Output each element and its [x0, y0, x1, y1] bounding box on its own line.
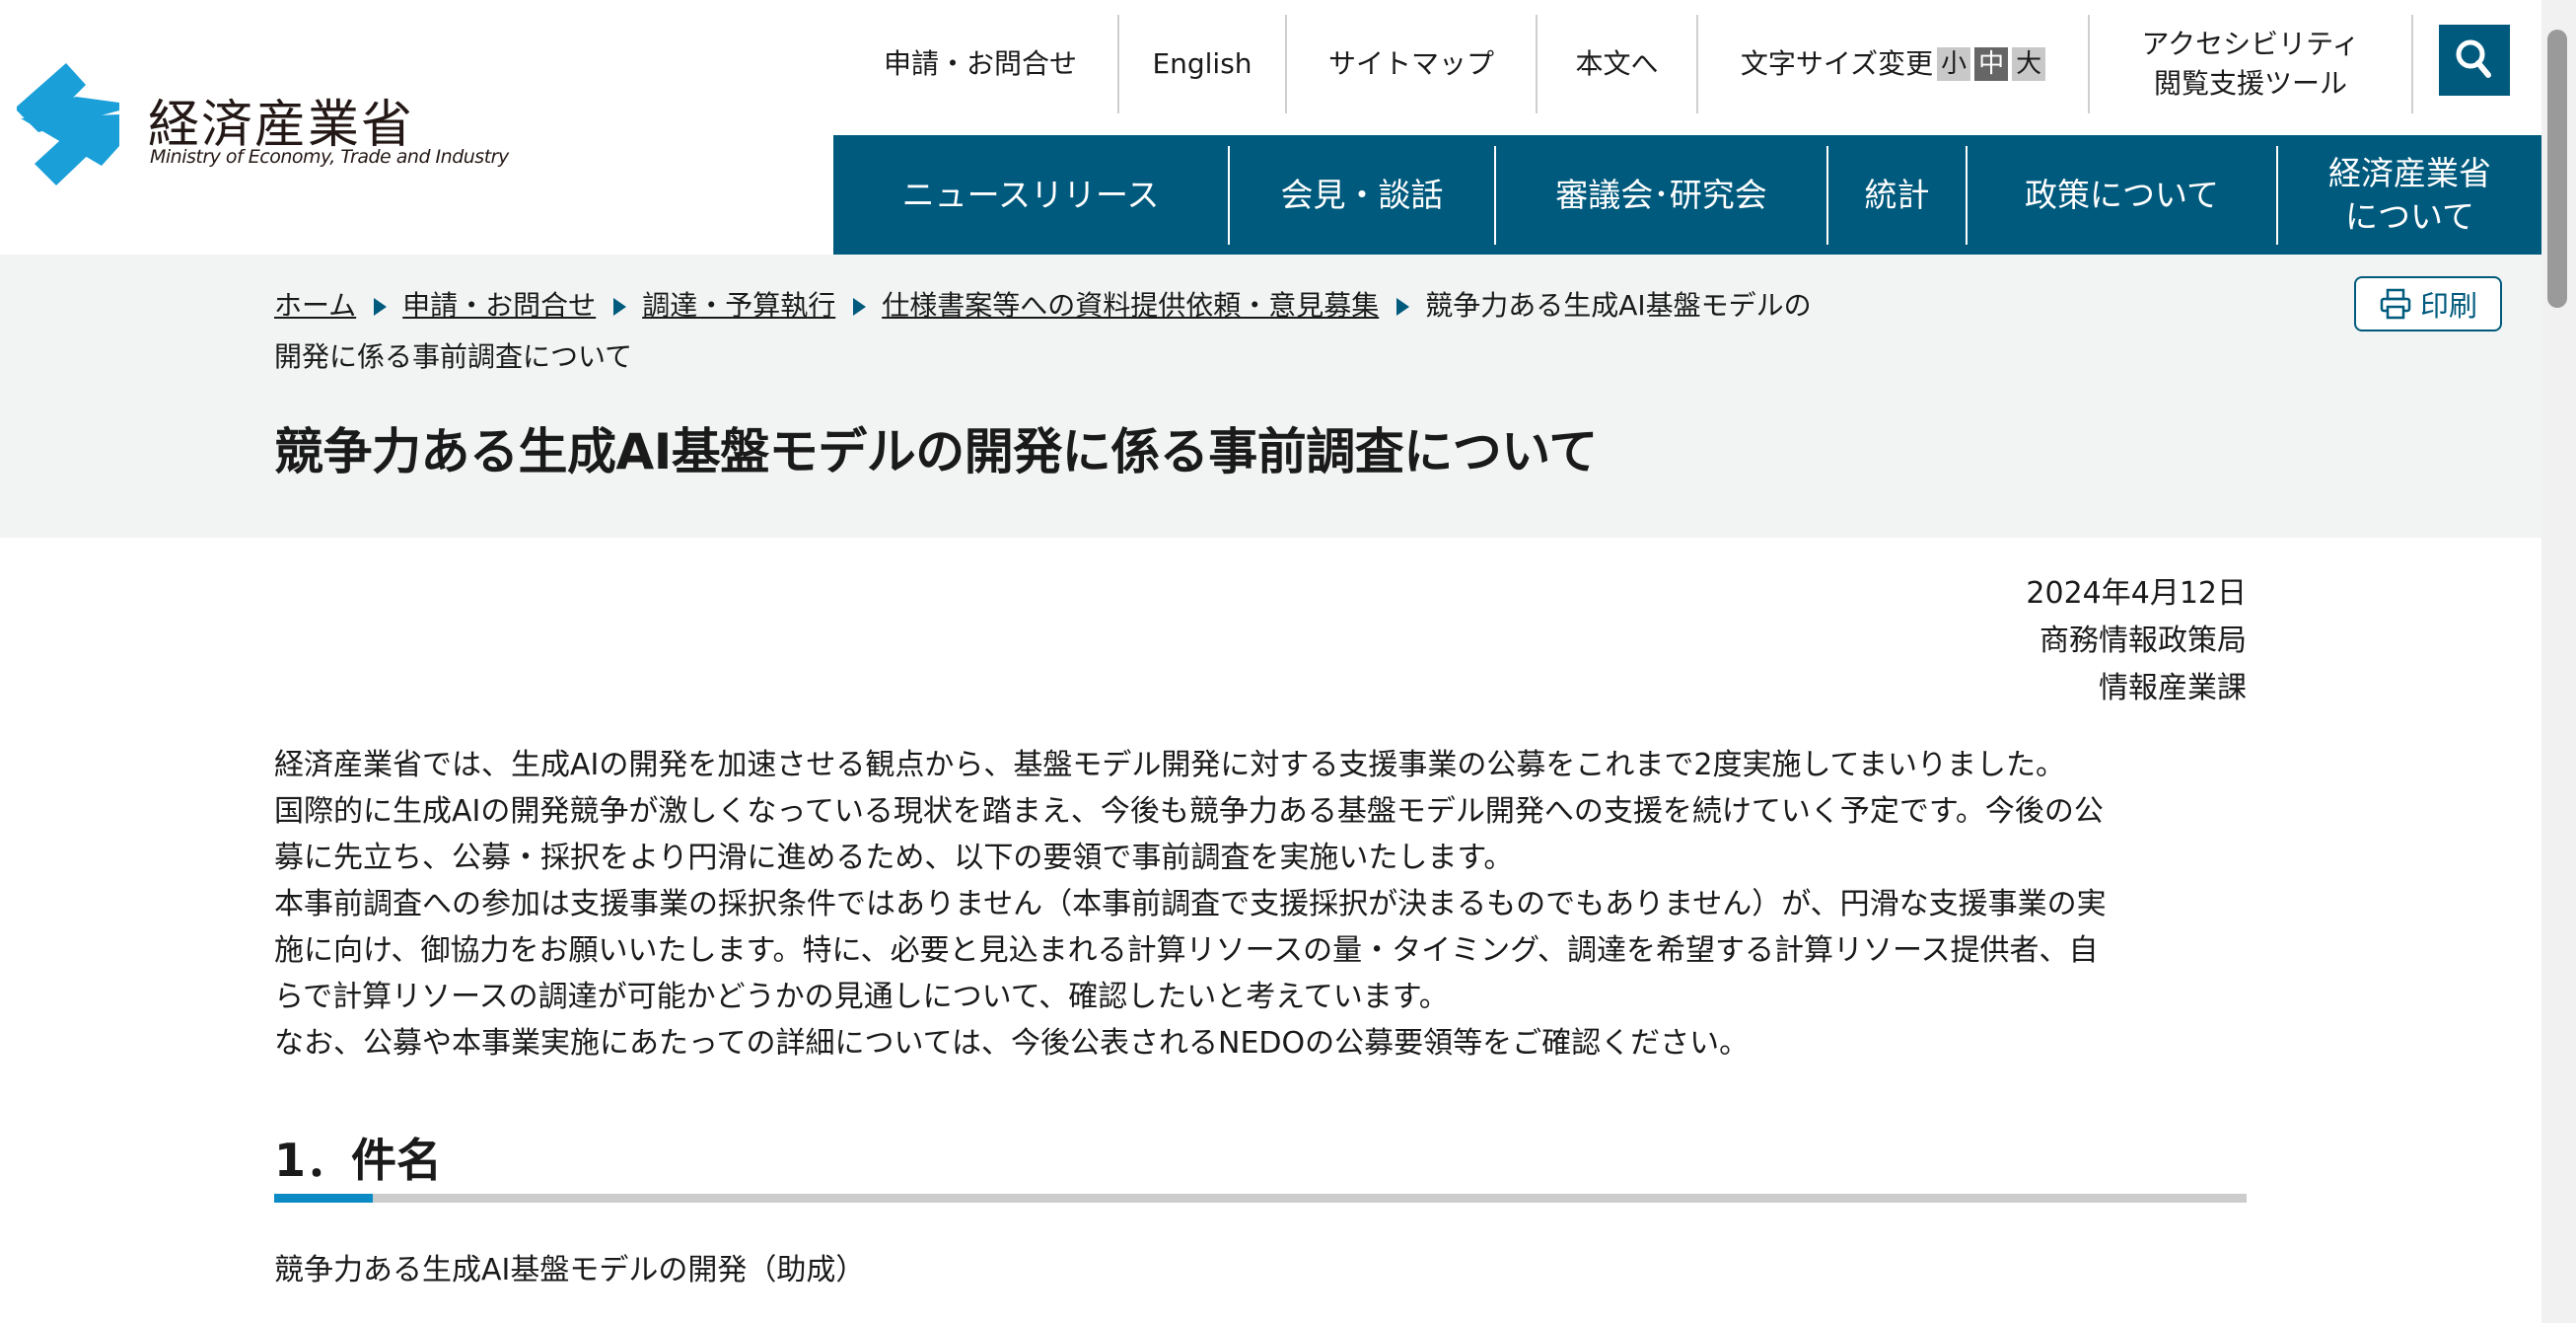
accessibility-sublabel: 閲覧支援ツール: [2153, 67, 2347, 100]
nav-press-conference[interactable]: 会見・談話: [1230, 135, 1494, 255]
breadcrumb-procurement[interactable]: 調達・予算執行: [642, 289, 835, 322]
page-title: 競争力ある生成AI基盤モデルの開発に係る事前調査について: [274, 423, 1598, 480]
english-link[interactable]: English: [1119, 15, 1285, 113]
font-size-label: 文字サイズ変更: [1740, 47, 1934, 80]
print-label: 印刷: [2419, 289, 2477, 323]
font-size-control: 文字サイズ変更 小 中 大: [1698, 15, 2088, 113]
accessibility-label: アクセシビリティ: [2141, 28, 2360, 60]
body-line: 国際的に生成AIの開発競争が激しくなっている現状を踏まえ、今後も競争力ある基盤モ…: [274, 794, 2104, 829]
nav-about-label: 経済産業省: [2328, 153, 2491, 192]
breadcrumb-contact[interactable]: 申請・お問合せ: [402, 289, 596, 322]
body-line: なお、公募や本事業実施にあたっての詳細については、今後公表されるNEDOの公募要…: [274, 1026, 1750, 1061]
breadcrumb-arrow-icon: [613, 298, 627, 316]
nav-policies[interactable]: 政策について: [1968, 135, 2276, 255]
division: 情報産業課: [2099, 671, 2247, 705]
breadcrumb-arrow-icon: [853, 298, 867, 316]
skip-to-content-link[interactable]: 本文へ: [1538, 15, 1696, 113]
nav-councils[interactable]: 審議会･研究会: [1496, 135, 1826, 255]
scrollbar-thumb[interactable]: [2547, 30, 2567, 308]
article-meta: 2024年4月12日 商務情報政策局 情報産業課: [2026, 570, 2247, 712]
sitemap-link[interactable]: サイトマップ: [1287, 15, 1536, 113]
body-line: 経済産業省では、生成AIの開発を加速させる観点から、基盤モデル開発に対する支援事…: [274, 748, 2066, 782]
section-heading: 1．件名: [274, 1134, 443, 1187]
meti-logo-mark-icon: [17, 63, 119, 185]
breadcrumb-current-cont: 開発に係る事前調査について: [274, 340, 633, 373]
breadcrumb-home[interactable]: ホーム: [274, 289, 356, 322]
section-text: 競争力ある生成AI基盤モデルの開発（助成）: [274, 1253, 866, 1287]
body-line: らで計算リソースの調達が可能かどうかの見通しについて、確認したいと考えています。: [274, 980, 1449, 1014]
font-size-medium-button[interactable]: 中: [1974, 47, 2009, 81]
breadcrumb-current: 競争力ある生成AI基盤モデルの: [1425, 289, 1812, 322]
print-button[interactable]: 印刷: [2354, 276, 2502, 331]
nav-statistics[interactable]: 統計: [1828, 135, 1966, 255]
divider: [2411, 15, 2413, 113]
font-size-large-button[interactable]: 大: [2012, 47, 2046, 81]
publish-date: 2024年4月12日: [2026, 576, 2247, 611]
contact-link[interactable]: 申請・お問合せ: [843, 15, 1117, 113]
breadcrumb-arrow-icon: [374, 298, 388, 316]
nav-about-sublabel: について: [2344, 196, 2474, 236]
body-line: 募に先立ち、公募・採択をより円滑に進めるため、以下の要領で事前調査を実施いたしま…: [274, 841, 1514, 875]
nav-news-release[interactable]: ニュースリリース: [833, 135, 1228, 255]
intro-paragraph: 経済産業省では、生成AIの開発を加速させる観点から、基盤モデル開発に対する支援事…: [274, 742, 2107, 1066]
nav-about-meti[interactable]: 経済産業省 について: [2278, 135, 2541, 255]
logo-name-en: Ministry of Economy, Trade and Industry: [150, 146, 509, 168]
global-nav: ニュースリリース 会見・談話 審議会･研究会 統計 政策について 経済産業省 に…: [833, 135, 2541, 255]
section-heading-underline: [274, 1194, 2247, 1203]
printer-icon: [2380, 288, 2411, 320]
breadcrumb-arrow-icon: [1396, 298, 1410, 316]
body-line: 施に向け、御協力をお願いいたします。特に、必要と見込まれる計算リソースの量・タイ…: [274, 933, 2099, 968]
body-line: 本事前調査への参加は支援事業の採択条件ではありません（本事前調査で支援採択が決ま…: [274, 887, 2107, 921]
search-button[interactable]: [2439, 25, 2510, 96]
accessibility-tool-link[interactable]: アクセシビリティ 閲覧支援ツール: [2090, 15, 2411, 113]
bureau: 商務情報政策局: [2039, 624, 2247, 658]
breadcrumb: ホーム 申請・お問合せ 調達・予算執行 仕様書案等への資料提供依頼・意見募集 競争力ある…: [274, 280, 1812, 383]
breadcrumb-rfi[interactable]: 仕様書案等への資料提供依頼・意見募集: [882, 289, 1379, 322]
search-icon: [2456, 39, 2491, 78]
font-size-small-button[interactable]: 小: [1937, 47, 1971, 81]
